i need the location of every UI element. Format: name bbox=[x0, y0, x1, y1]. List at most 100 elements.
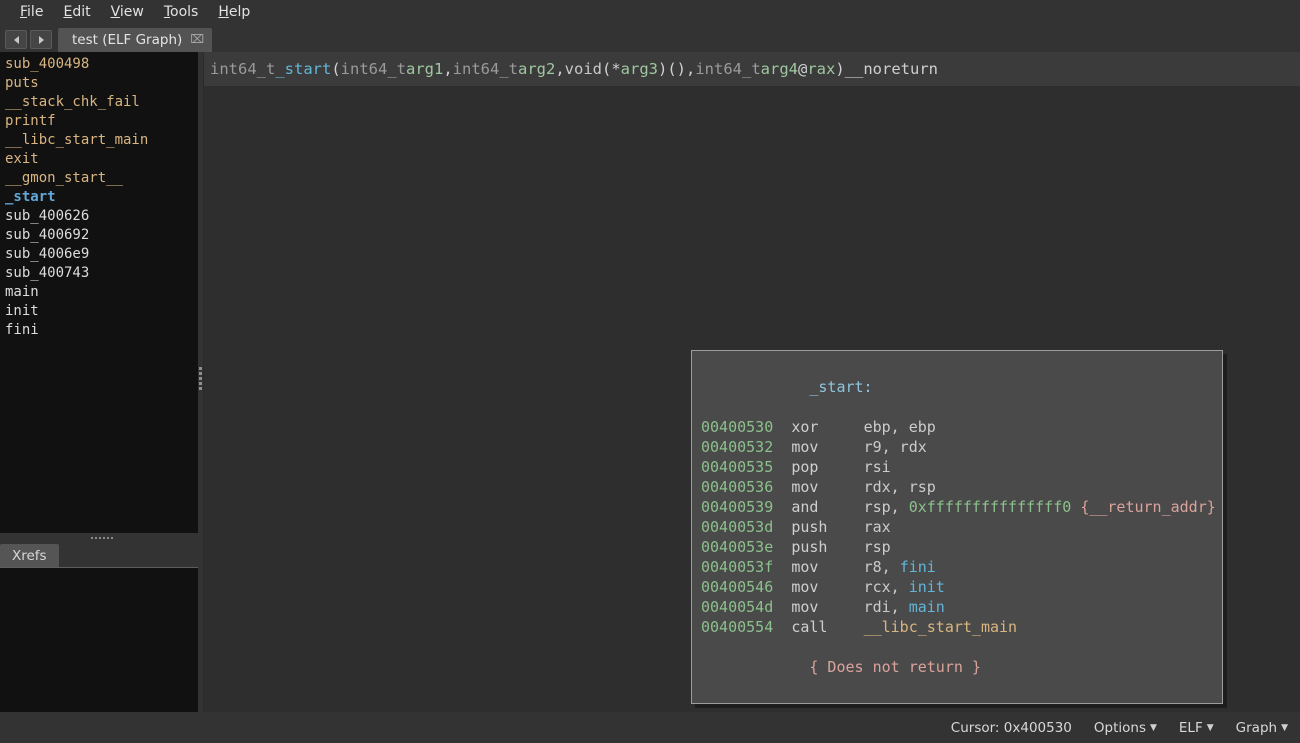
instruction-symbol-ref[interactable]: main bbox=[909, 598, 945, 616]
sig-function-name[interactable]: _start bbox=[275, 60, 331, 78]
disasm-line[interactable]: 0040054d mov rdi, main bbox=[692, 597, 1222, 617]
disasm-line[interactable]: 0040053e push rsp bbox=[692, 537, 1222, 557]
graph-view: int64_t _start(int64_t arg1, int64_t arg… bbox=[203, 52, 1300, 712]
xrefs-tab-label: Xrefs bbox=[12, 547, 47, 564]
forward-button[interactable] bbox=[30, 30, 52, 49]
instruction-mnemonic: and bbox=[791, 498, 819, 516]
sig-token: int64_t bbox=[695, 60, 761, 78]
view-mode-menu-button[interactable]: Graph ▼ bbox=[1236, 720, 1288, 736]
symbol-item[interactable]: main bbox=[0, 283, 198, 302]
instruction-symbol-ref[interactable]: fini bbox=[900, 558, 936, 576]
graph-canvas[interactable]: _start: 00400530 xor ebp, ebp 00400532 m… bbox=[204, 87, 1300, 712]
instruction-immediate[interactable]: 0xfffffffffffffff0 bbox=[909, 498, 1072, 516]
instruction-address[interactable]: 00400554 bbox=[701, 618, 773, 636]
instruction-operand[interactable]: rsp bbox=[864, 538, 891, 556]
symbol-item[interactable]: __libc_start_main bbox=[0, 131, 198, 150]
instruction-operand[interactable]: r8, bbox=[864, 558, 900, 576]
instruction-address[interactable]: 0040053d bbox=[701, 518, 773, 536]
disasm-line[interactable]: 00400536 mov rdx, rsp bbox=[692, 477, 1222, 497]
instruction-operand[interactable]: ebp, ebp bbox=[864, 418, 936, 436]
sig-token: int64_t bbox=[452, 60, 518, 78]
tab-xrefs[interactable]: Xrefs bbox=[0, 544, 59, 567]
instruction-operand[interactable]: rax bbox=[864, 518, 891, 536]
instruction-operand[interactable]: rdx, rsp bbox=[864, 478, 936, 496]
sig-token: (* bbox=[602, 60, 621, 78]
instruction-symbol-ref[interactable]: init bbox=[909, 578, 945, 596]
menu-file[interactable]: File bbox=[10, 2, 53, 23]
basic-block[interactable]: _start: 00400530 xor ebp, ebp 00400532 m… bbox=[691, 350, 1223, 704]
sig-token[interactable]: arg3 bbox=[621, 60, 658, 78]
instruction-address[interactable]: 00400546 bbox=[701, 578, 773, 596]
sig-token[interactable]: arg1 bbox=[406, 60, 443, 78]
sig-token[interactable]: arg4 bbox=[761, 60, 798, 78]
disasm-line[interactable]: 0040053f mov r8, fini bbox=[692, 557, 1222, 577]
instruction-mnemonic: xor bbox=[791, 418, 819, 436]
menu-view[interactable]: View bbox=[101, 2, 154, 23]
disasm-line[interactable]: 00400554 call __libc_start_main bbox=[692, 617, 1222, 637]
sig-token: rax bbox=[807, 60, 836, 78]
instruction-operand[interactable]: rsp, bbox=[864, 498, 909, 516]
instruction-operand[interactable]: rdi, bbox=[864, 598, 909, 616]
back-button[interactable] bbox=[5, 30, 27, 49]
sig-token[interactable]: arg2 bbox=[518, 60, 555, 78]
disasm-line[interactable]: 00400546 mov rcx, init bbox=[692, 577, 1222, 597]
symbol-item[interactable]: fini bbox=[0, 321, 198, 340]
view-type-menu-button[interactable]: ELF ▼ bbox=[1179, 720, 1214, 736]
menu-edit-accel: E bbox=[63, 4, 73, 20]
chevron-down-icon: ▼ bbox=[1206, 723, 1214, 733]
instruction-address[interactable]: 00400535 bbox=[701, 458, 773, 476]
disasm-line[interactable]: 00400530 xor ebp, ebp bbox=[692, 417, 1222, 437]
instruction-address[interactable]: 0040053f bbox=[701, 558, 773, 576]
symbol-item[interactable]: sub_400498 bbox=[0, 55, 198, 74]
tab-elf-graph[interactable]: test (ELF Graph) ⌧ bbox=[58, 28, 213, 52]
view-mode-label: Graph bbox=[1235, 719, 1278, 736]
symbol-item[interactable]: init bbox=[0, 302, 198, 321]
options-label: Options bbox=[1093, 719, 1146, 736]
sig-token: int64_t bbox=[340, 60, 406, 78]
disasm-line[interactable]: 0040053d push rax bbox=[692, 517, 1222, 537]
symbol-item[interactable]: __stack_chk_fail bbox=[0, 93, 198, 112]
instruction-address[interactable]: 0040054d bbox=[701, 598, 773, 616]
symbol-item-selected[interactable]: _start bbox=[0, 188, 198, 207]
symbol-item[interactable]: sub_400626 bbox=[0, 207, 198, 226]
symbol-item[interactable]: sub_400692 bbox=[0, 226, 198, 245]
instruction-call-target[interactable]: __libc_start_main bbox=[864, 618, 1018, 636]
disasm-line[interactable]: 00400539 and rsp, 0xfffffffffffffff0 {__… bbox=[692, 497, 1222, 517]
instruction-address[interactable]: 00400530 bbox=[701, 418, 773, 436]
menu-edit[interactable]: Edit bbox=[53, 2, 100, 23]
horizontal-splitter[interactable] bbox=[0, 533, 203, 543]
symbol-item[interactable]: puts bbox=[0, 74, 198, 93]
xrefs-panel[interactable] bbox=[0, 568, 198, 712]
instruction-address[interactable]: 00400536 bbox=[701, 478, 773, 496]
menu-bar: File Edit View Tools Help bbox=[0, 0, 1300, 25]
close-icon[interactable]: ⌧ bbox=[190, 33, 204, 45]
instruction-operand[interactable]: rcx, bbox=[864, 578, 909, 596]
instruction-address[interactable]: 0040053e bbox=[701, 538, 773, 556]
chevron-down-icon: ▼ bbox=[1149, 723, 1157, 733]
instruction-address[interactable]: 00400539 bbox=[701, 498, 773, 516]
symbol-item[interactable]: sub_400743 bbox=[0, 264, 198, 283]
symbol-item[interactable]: __gmon_start__ bbox=[0, 169, 198, 188]
symbol-item[interactable]: sub_4006e9 bbox=[0, 245, 198, 264]
instruction-operand[interactable]: rsi bbox=[864, 458, 891, 476]
arrow-left-icon bbox=[12, 35, 21, 45]
options-menu-button[interactable]: Options ▼ bbox=[1094, 720, 1157, 736]
symbol-list[interactable]: sub_400498 puts __stack_chk_fail printf … bbox=[0, 52, 198, 533]
menu-tools[interactable]: Tools bbox=[154, 2, 209, 23]
symbol-item[interactable]: printf bbox=[0, 112, 198, 131]
status-bar: Cursor: 0x400530 Options ▼ ELF ▼ Graph ▼ bbox=[0, 712, 1300, 743]
instruction-address[interactable]: 00400532 bbox=[701, 438, 773, 456]
block-label: _start: bbox=[809, 378, 873, 396]
instruction-operand[interactable]: r9, rdx bbox=[864, 438, 927, 456]
tab-bar: test (ELF Graph) ⌧ bbox=[0, 25, 1300, 52]
disasm-line[interactable]: 00400532 mov r9, rdx bbox=[692, 437, 1222, 457]
disasm-line[interactable]: 00400535 pop rsi bbox=[692, 457, 1222, 477]
symbol-item[interactable]: exit bbox=[0, 150, 198, 169]
menu-help[interactable]: Help bbox=[208, 2, 260, 23]
block-footer: { Does not return } bbox=[809, 658, 981, 676]
